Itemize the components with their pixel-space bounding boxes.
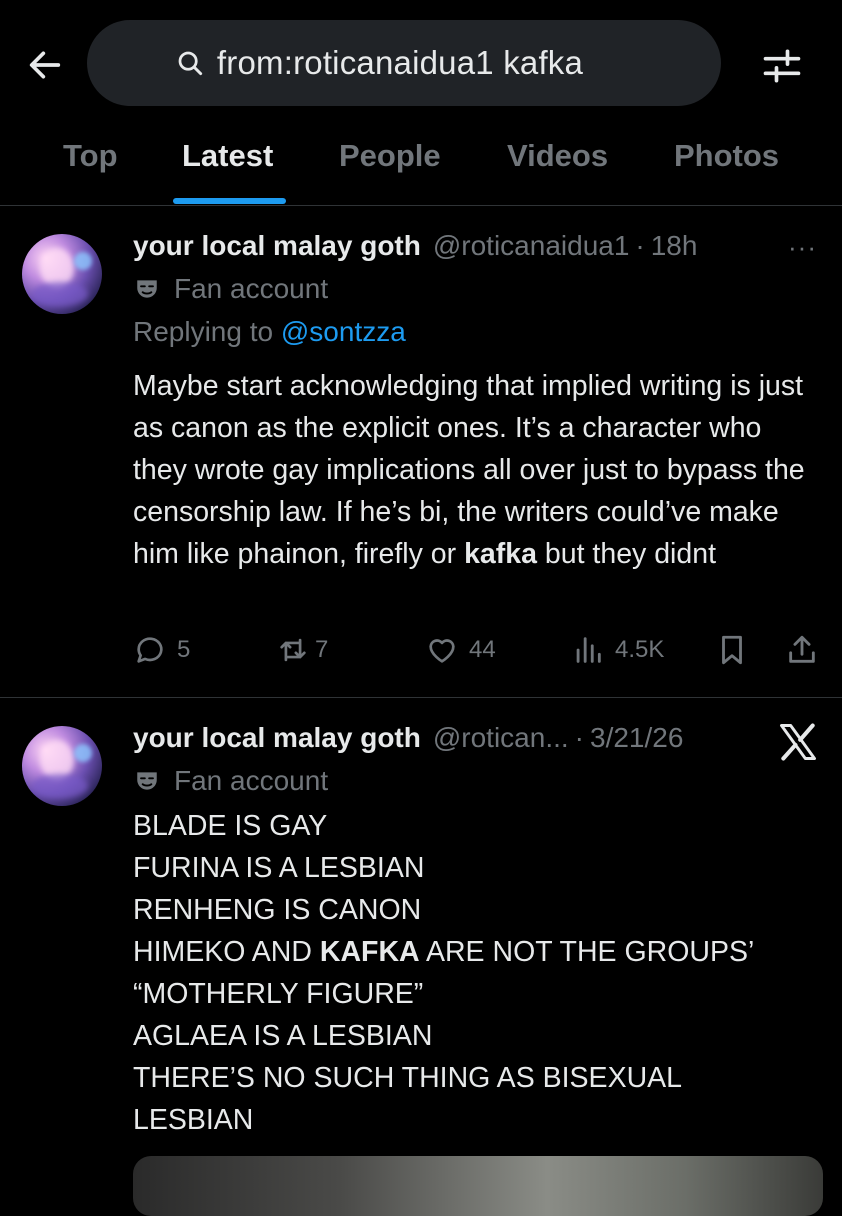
highlighted-keyword: kafka bbox=[464, 538, 537, 570]
arrow-left-icon bbox=[29, 51, 61, 79]
repost-count: 7 bbox=[315, 636, 329, 663]
heart-icon bbox=[429, 639, 455, 663]
avatar[interactable] bbox=[22, 726, 102, 806]
bookmark-button[interactable] bbox=[715, 633, 749, 667]
separator-dot: · bbox=[574, 722, 584, 753]
replying-to-prefix: Replying to bbox=[133, 316, 274, 347]
user-handle[interactable]: @rotican... bbox=[433, 722, 569, 754]
more-options-button[interactable]: ··· bbox=[788, 232, 817, 263]
timestamp[interactable]: 3/21/26 bbox=[590, 722, 683, 754]
x-logo-icon bbox=[780, 723, 816, 761]
active-tab-indicator bbox=[173, 198, 286, 204]
like-button[interactable]: 44 bbox=[425, 633, 496, 667]
search-header: from:roticanaidua1 kafka bbox=[0, 0, 842, 120]
tab-videos[interactable]: Videos bbox=[507, 138, 608, 174]
repost-icon bbox=[280, 638, 306, 662]
back-button[interactable] bbox=[20, 40, 70, 90]
account-label: Fan account bbox=[134, 273, 328, 305]
fan-account-label: Fan account bbox=[174, 273, 329, 304]
share-icon bbox=[789, 635, 815, 663]
tab-top[interactable]: Top bbox=[63, 138, 118, 174]
user-handle[interactable]: @roticanaidua1 bbox=[433, 230, 630, 262]
tweet-line: BLADE IS GAY bbox=[133, 810, 328, 842]
tweet-divider bbox=[0, 697, 842, 698]
filter-sliders-icon bbox=[763, 49, 801, 83]
reply-count: 5 bbox=[177, 636, 191, 663]
tweet-text: BLADE IS GAY FURINA IS A LESBIAN RENHENG… bbox=[133, 805, 823, 1141]
reply-bubble-icon bbox=[137, 637, 163, 663]
view-count: 4.5K bbox=[615, 636, 665, 663]
like-count: 44 bbox=[469, 636, 496, 663]
bookmark-icon bbox=[722, 635, 742, 665]
fan-account-label: Fan account bbox=[174, 765, 329, 796]
tweet-actions: 5 7 44 4.5K bbox=[133, 633, 823, 673]
tweet-text-part: but they didnt bbox=[536, 538, 717, 570]
display-name[interactable]: your local malay goth bbox=[133, 230, 421, 262]
separator-dot: · bbox=[635, 230, 645, 261]
tweet-line: LESBIAN bbox=[133, 1104, 254, 1136]
search-icon bbox=[178, 51, 203, 76]
avatar[interactable] bbox=[22, 234, 102, 314]
replying-to: Replying to @sontzza bbox=[133, 316, 406, 348]
tweet-text-part: ARE NOT THE GROUPS’ bbox=[419, 936, 755, 968]
mask-icon bbox=[137, 280, 157, 298]
views-button[interactable]: 4.5K bbox=[571, 633, 664, 667]
tweet-line: THERE’S NO SUCH THING AS BISEXUAL bbox=[133, 1062, 683, 1094]
tweet-line: AGLAEA IS A LESBIAN bbox=[133, 1020, 433, 1052]
search-bar[interactable]: from:roticanaidua1 kafka bbox=[87, 20, 721, 106]
search-filter-button[interactable] bbox=[752, 36, 812, 96]
tweet-line: “MOTHERLY FIGURE” bbox=[133, 978, 424, 1010]
views-bars-icon bbox=[576, 637, 601, 663]
tweet-header: your local malay goth @rotican... · 3/21… bbox=[133, 722, 683, 754]
account-label: Fan account bbox=[134, 765, 328, 797]
tabs-divider bbox=[0, 205, 842, 206]
search-tabs: Top Latest People Videos Photos bbox=[0, 128, 842, 206]
tab-people[interactable]: People bbox=[339, 138, 441, 174]
repost-button[interactable]: 7 bbox=[275, 633, 328, 667]
tweet-line: HIMEKO AND KAFKA ARE NOT THE GROUPS’ bbox=[133, 931, 823, 973]
replying-to-mention[interactable]: @sontzza bbox=[281, 316, 406, 347]
timestamp[interactable]: 18h bbox=[651, 230, 698, 262]
tweet-line: RENHENG IS CANON bbox=[133, 894, 422, 926]
display-name[interactable]: your local malay goth bbox=[133, 722, 421, 754]
reply-button[interactable]: 5 bbox=[133, 633, 190, 667]
tweet-header: your local malay goth @roticanaidua1 · 1… bbox=[133, 230, 697, 262]
share-button[interactable] bbox=[785, 633, 819, 667]
search-query[interactable]: from:roticanaidua1 kafka bbox=[217, 44, 583, 82]
tab-latest[interactable]: Latest bbox=[182, 138, 273, 174]
mask-icon bbox=[137, 772, 157, 790]
tweet-text-part: HIMEKO AND bbox=[133, 936, 320, 968]
highlighted-keyword: KAFKA bbox=[319, 936, 420, 968]
tweet-media-preview[interactable] bbox=[133, 1156, 823, 1216]
tweet-text: Maybe start acknowledging that implied w… bbox=[133, 365, 823, 575]
tweet-line: FURINA IS A LESBIAN bbox=[133, 852, 425, 884]
tab-photos[interactable]: Photos bbox=[674, 138, 779, 174]
